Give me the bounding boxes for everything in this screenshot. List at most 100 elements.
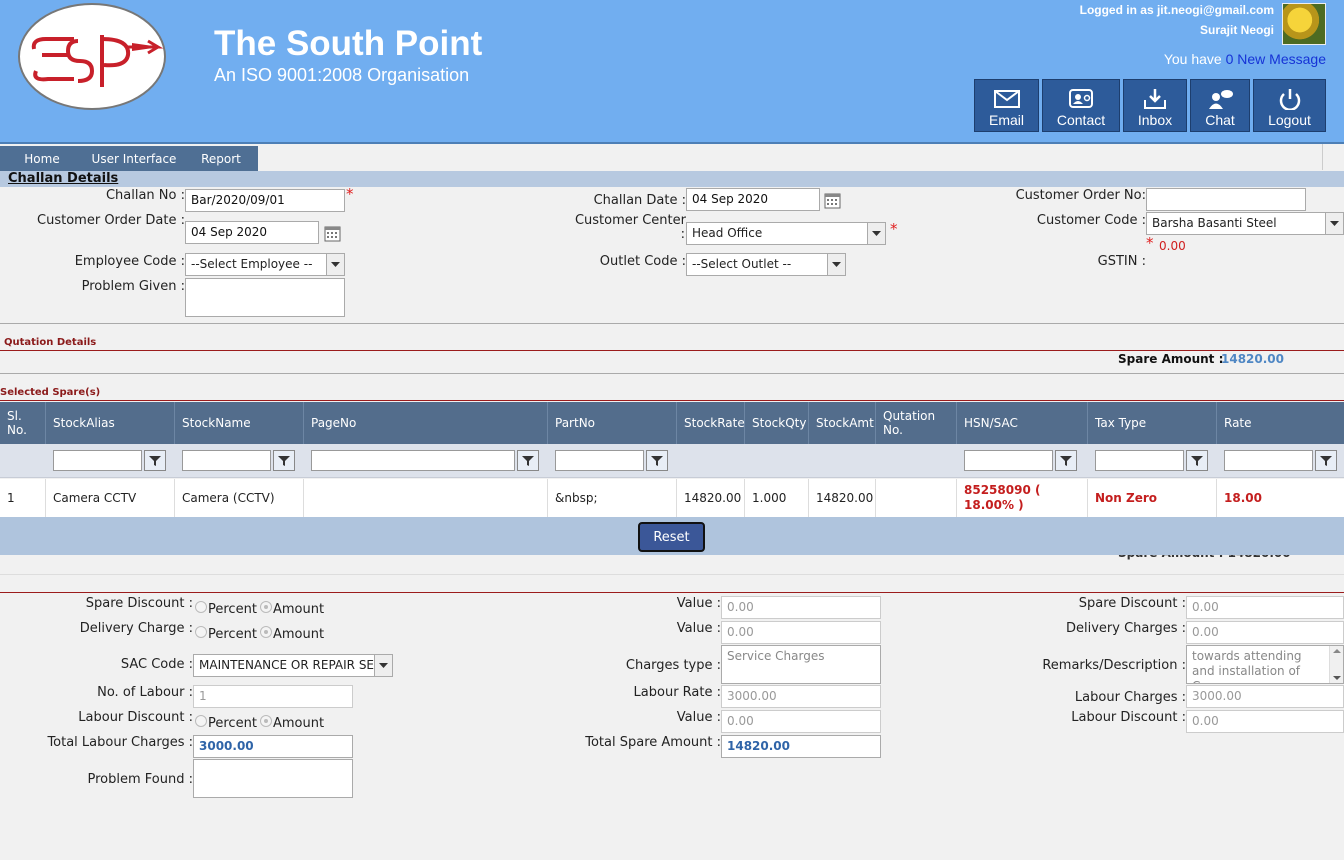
- inbox-button[interactable]: Inbox: [1123, 79, 1187, 132]
- sac-code-select[interactable]: MAINTENANCE OR REPAIR SERV: [193, 654, 393, 677]
- labour-discount-percent-radio[interactable]: [195, 715, 207, 727]
- spare-amount-value: 14820.00: [1221, 352, 1285, 366]
- filter-icon[interactable]: [517, 450, 539, 471]
- sac-code-value: MAINTENANCE OR REPAIR SERV: [199, 658, 390, 672]
- no-of-labour-input[interactable]: 1: [193, 685, 353, 708]
- column-header[interactable]: PageNo: [304, 402, 548, 444]
- delivery-charge-value-label: Value :: [676, 621, 721, 636]
- chevron-down-icon[interactable]: [326, 254, 344, 275]
- outlet-code-label: Outlet Code :: [599, 254, 686, 269]
- menu-home[interactable]: Home: [0, 146, 84, 173]
- charges-type-input[interactable]: Service Charges: [721, 645, 881, 684]
- filter-input[interactable]: [555, 450, 644, 471]
- chevron-down-icon[interactable]: [827, 254, 845, 275]
- delivery-charge-percent-radio[interactable]: [195, 626, 207, 638]
- problem-found-input[interactable]: [193, 759, 353, 798]
- delivery-charge-value-input[interactable]: 0.00: [721, 621, 881, 644]
- company-logo: [18, 3, 166, 110]
- customer-code-label: Customer Code :: [1036, 213, 1146, 228]
- filter-icon[interactable]: [646, 450, 668, 471]
- column-header[interactable]: StockAlias: [46, 402, 175, 444]
- column-header[interactable]: StockRate: [677, 402, 745, 444]
- filter-input[interactable]: [964, 450, 1053, 471]
- spares-grid-header: Sl. No. StockAlias StockName PageNo Part…: [0, 402, 1344, 444]
- column-header[interactable]: Sl. No.: [0, 402, 46, 444]
- reset-button[interactable]: Reset: [638, 522, 705, 552]
- delivery-charge-amount-radio[interactable]: [260, 626, 272, 638]
- employee-code-select[interactable]: --Select Employee --: [185, 253, 345, 276]
- remarks-input[interactable]: towards attending and installation of Ca…: [1186, 645, 1344, 684]
- gstin-label: GSTIN :: [1097, 254, 1146, 269]
- column-header[interactable]: StockQty: [745, 402, 809, 444]
- logout-button[interactable]: Logout: [1253, 79, 1326, 132]
- labour-charges-input[interactable]: 3000.00: [1186, 685, 1344, 708]
- divider: [0, 323, 1344, 324]
- remarks-text: towards attending and installation of Ca…: [1192, 649, 1302, 683]
- outlet-code-select[interactable]: --Select Outlet --: [686, 253, 846, 276]
- table-row[interactable]: 1 Camera CCTV Camera (CCTV) &nbsp; 14820…: [0, 479, 1344, 517]
- column-header[interactable]: PartNo: [548, 402, 677, 444]
- problem-given-input[interactable]: [185, 278, 345, 317]
- outlet-code-value: --Select Outlet --: [692, 257, 792, 271]
- chat-button[interactable]: Chat: [1190, 79, 1250, 132]
- column-header[interactable]: Rate: [1217, 402, 1344, 444]
- labour-discount-amount-radio[interactable]: [260, 715, 272, 727]
- email-button[interactable]: Email: [974, 79, 1039, 132]
- new-message-link[interactable]: 0 New Message: [1226, 51, 1326, 67]
- spare-discount-value-input[interactable]: 0.00: [721, 596, 881, 619]
- spare-discount-amount-radio[interactable]: [260, 601, 272, 613]
- customer-code-select[interactable]: Barsha Basanti Steel: [1146, 212, 1344, 235]
- filter-input[interactable]: [53, 450, 142, 471]
- total-spare-amount-input[interactable]: 14820.00: [721, 735, 881, 758]
- column-header[interactable]: Qutation No.: [876, 402, 957, 444]
- customer-center-select[interactable]: Head Office: [686, 222, 886, 245]
- filter-icon[interactable]: [273, 450, 295, 471]
- filter-input[interactable]: [1224, 450, 1313, 471]
- chevron-down-icon[interactable]: [1325, 213, 1343, 234]
- column-header[interactable]: StockAmt: [809, 402, 876, 444]
- filter-input[interactable]: [311, 450, 515, 471]
- customer-code-value: Barsha Basanti Steel: [1152, 216, 1277, 230]
- spare-discount-percent-radio[interactable]: [195, 601, 207, 613]
- labour-rate-label: Labour Rate :: [633, 685, 721, 700]
- calendar-icon[interactable]: [824, 192, 841, 209]
- labour-rate-input[interactable]: 3000.00: [721, 685, 881, 708]
- table-cell: Camera CCTV: [46, 479, 175, 517]
- total-labour-charges-input[interactable]: 3000.00: [193, 735, 353, 758]
- filter-icon[interactable]: [1186, 450, 1208, 471]
- column-header[interactable]: HSN/SAC: [957, 402, 1088, 444]
- calendar-icon[interactable]: [324, 225, 341, 242]
- spare-discount-label: Spare Discount :: [85, 596, 193, 611]
- remarks-scrollbar[interactable]: [1329, 646, 1343, 683]
- menu-user-interface[interactable]: User Interface: [84, 146, 184, 173]
- labour-discount-value-input[interactable]: 0.00: [721, 710, 881, 733]
- filter-input[interactable]: [182, 450, 271, 471]
- filter-icon[interactable]: [1315, 450, 1337, 471]
- right-labour-discount-input[interactable]: 0.00: [1186, 710, 1344, 733]
- column-header[interactable]: Tax Type: [1088, 402, 1217, 444]
- header: The South Point An ISO 9001:2008 Organis…: [0, 0, 1344, 142]
- customer-balance: 0.00: [1159, 239, 1186, 253]
- scrollbar[interactable]: [1322, 144, 1344, 170]
- challan-date-label: Challan Date :: [593, 193, 686, 208]
- filter-icon[interactable]: [1055, 450, 1077, 471]
- challan-no-input[interactable]: Bar/2020/09/01: [185, 189, 345, 212]
- right-delivery-charges-input[interactable]: 0.00: [1186, 621, 1344, 644]
- menu-report[interactable]: Report: [184, 146, 258, 173]
- message-notice: You have 0 New Message: [1164, 51, 1326, 67]
- customer-order-date-input[interactable]: 04 Sep 2020: [185, 221, 319, 244]
- filter-input[interactable]: [1095, 450, 1184, 471]
- filter-icon[interactable]: [144, 450, 166, 471]
- avatar[interactable]: [1282, 3, 1326, 45]
- amount-label: Amount: [273, 602, 325, 617]
- chevron-down-icon[interactable]: [374, 655, 392, 676]
- customer-order-no-input[interactable]: [1146, 188, 1306, 211]
- challan-date-input[interactable]: 04 Sep 2020: [686, 188, 820, 211]
- inbox-icon: [1144, 89, 1166, 109]
- column-header[interactable]: StockName: [175, 402, 304, 444]
- table-cell: [304, 479, 548, 517]
- chevron-down-icon[interactable]: [867, 223, 885, 244]
- contact-button[interactable]: Contact: [1042, 79, 1120, 132]
- right-spare-discount-input[interactable]: 0.00: [1186, 596, 1344, 619]
- total-labour-charges-label: Total Labour Charges :: [47, 735, 193, 750]
